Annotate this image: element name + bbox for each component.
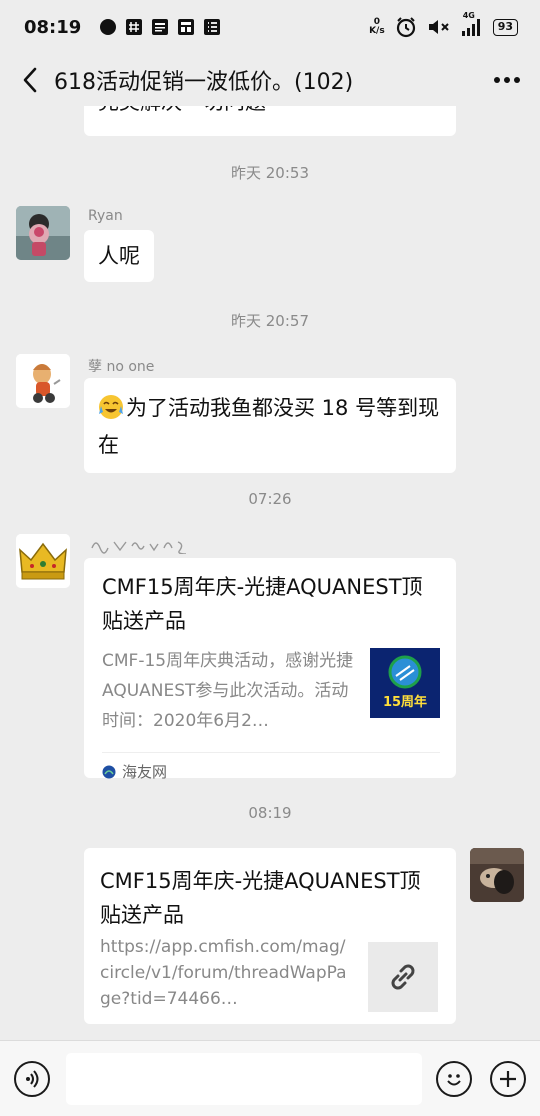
avatar-self-image [470,848,524,902]
news-app-icon-2 [177,18,195,36]
decorative-name-icon [91,541,187,555]
source-logo-icon [102,765,116,778]
crying-laughing-emoji-icon [98,394,124,429]
chat-title: 618活动促销一波低价。(102) [54,70,354,95]
avatar-ryan-image [16,206,70,260]
app-hash-icon [125,18,143,36]
more-options-button[interactable] [490,60,524,100]
avatar-noone[interactable] [16,354,70,408]
card-title: CMF15周年庆-光捷AQUANEST顶贴送产品 [100,869,421,927]
link-card-sent[interactable]: CMF15周年庆-光捷AQUANEST顶贴送产品 https://app.cmf… [84,848,456,1024]
sender-name-decorative [88,536,196,558]
timestamp: 昨天 20:57 [231,312,309,330]
network-speed-unit: K/s [369,26,385,36]
emoji-icon [447,1074,461,1086]
avatar-crown[interactable] [16,534,70,588]
avatar-self[interactable] [470,848,524,902]
back-arrow-icon [23,67,37,93]
message-text: 完美解决一切问题 [98,106,442,118]
avatar-noone-image [16,354,70,408]
timestamp: 07:26 [248,490,292,508]
thumbnail-caption: 15周年 [382,695,428,710]
message-list[interactable]: 完美解决一切问题 昨天 20:53 Ryan 人呢 昨天 20:57 孽 no … [0,106,540,1040]
plus-icon [500,1071,516,1087]
signal-type-label: 4G [462,11,475,20]
card-description: CMF-15周年庆典活动，感谢光捷AQUANEST参与此次活动。活动时间：202… [102,651,354,731]
notification-dot-icon [99,18,117,36]
card-source: 海友网 [102,761,440,782]
message-input[interactable] [66,1053,422,1105]
voice-input-button[interactable] [14,1061,50,1097]
timestamp: 08:19 [248,804,292,822]
card-source-name: 海友网 [122,763,168,781]
more-functions-button[interactable] [490,1061,526,1097]
back-button[interactable] [16,60,44,100]
network-speed-indicator: 0 K/s [369,18,385,36]
more-dots-icon [494,77,520,83]
alarm-icon [395,16,417,38]
link-thumbnail [368,942,438,1012]
voice-icon [26,1070,39,1088]
message-bubble[interactable]: 为了活动我鱼都没买 18 号等到现在 [84,378,456,473]
input-bar [0,1040,540,1116]
timestamp: 昨天 20:53 [231,164,309,182]
signal-icon: 4G [461,11,483,37]
message-text: 为了活动我鱼都没买 18 号等到现在 [98,396,440,457]
avatar-ryan[interactable] [16,206,70,260]
link-card[interactable]: CMF15周年庆-光捷AQUANEST顶贴送产品 CMF-15周年庆典活动，感谢… [84,558,456,781]
card-thumbnail: 15周年 [370,648,440,718]
status-time: 08:19 [24,16,82,38]
sender-name: Ryan [88,208,123,224]
news-app-icon [151,18,169,36]
link-icon [391,964,415,990]
avatar-crown-image [16,534,70,588]
message-bubble-partial[interactable]: 完美解决一切问题 [84,106,456,136]
message-bubble[interactable]: 人呢 [84,230,154,282]
chat-header: 618活动促销一波低价。(102) [0,54,540,106]
emoji-button[interactable] [436,1061,472,1097]
card-title: CMF15周年庆-光捷AQUANEST顶贴送产品 [102,575,423,633]
sender-name: 孽 no one [88,359,155,375]
list-app-icon [203,18,221,36]
battery-indicator: 93 [492,18,518,36]
status-bar: 08:19 0 K/s 4G 93 [0,0,540,54]
mute-icon [427,17,451,37]
card-url: https://app.cmfish.com/mag/circle/v1/for… [100,937,347,1009]
message-text: 人呢 [98,244,140,268]
